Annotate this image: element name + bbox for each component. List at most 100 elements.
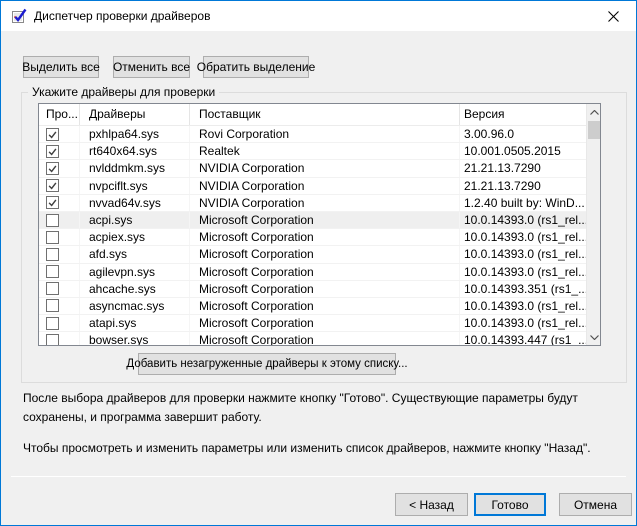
select-all-button[interactable]: Выделить все bbox=[23, 56, 99, 78]
vendor-cell: Rovi Corporation bbox=[190, 126, 460, 142]
driver-name-cell: nvlddmkm.sys bbox=[80, 160, 190, 176]
driver-name-cell: afd.sys bbox=[80, 246, 190, 262]
table-row[interactable]: pxhlpa64.sysRovi Corporation3.00.96.0 bbox=[39, 126, 586, 143]
driver-name-cell: acpi.sys bbox=[80, 212, 190, 228]
vendor-cell: NVIDIA Corporation bbox=[190, 178, 460, 194]
vendor-cell: NVIDIA Corporation bbox=[190, 195, 460, 211]
checkbox-cell bbox=[39, 126, 80, 142]
version-cell: 10.0.14393.0 (rs1_rel... bbox=[460, 246, 586, 262]
version-cell: 21.21.13.7290 bbox=[460, 160, 586, 176]
header-version-column[interactable]: Версия bbox=[460, 104, 586, 125]
checkbox-cell bbox=[39, 212, 80, 228]
header-vendor-column[interactable]: Поставщик bbox=[190, 104, 460, 125]
checkbox-cell bbox=[39, 315, 80, 331]
checkbox-cell bbox=[39, 332, 80, 345]
vertical-scrollbar[interactable] bbox=[586, 104, 600, 345]
vendor-cell: Microsoft Corporation bbox=[190, 212, 460, 228]
table-row[interactable]: ahcache.sysMicrosoft Corporation10.0.143… bbox=[39, 281, 586, 298]
unchecked-checkbox[interactable] bbox=[46, 231, 59, 244]
verifier-app-icon bbox=[11, 8, 27, 24]
driver-list: Про... Драйверы Поставщик Версия pxhlpa6… bbox=[38, 103, 601, 346]
driver-name-cell: pxhlpa64.sys bbox=[80, 126, 190, 142]
table-row[interactable]: atapi.sysMicrosoft Corporation10.0.14393… bbox=[39, 315, 586, 332]
driver-name-cell: acpiex.sys bbox=[80, 229, 190, 245]
table-row[interactable]: acpi.sysMicrosoft Corporation10.0.14393.… bbox=[39, 212, 586, 229]
checkbox-cell bbox=[39, 195, 80, 211]
close-button[interactable] bbox=[591, 1, 636, 31]
vendor-cell: NVIDIA Corporation bbox=[190, 160, 460, 176]
checked-checkbox[interactable] bbox=[46, 179, 59, 192]
table-row[interactable]: rt640x64.sysRealtek10.001.0505.2015 bbox=[39, 143, 586, 160]
version-cell: 10.0.14393.0 (rs1_rel... bbox=[460, 264, 586, 280]
unchecked-checkbox[interactable] bbox=[46, 282, 59, 295]
driver-name-cell: nvpciflt.sys bbox=[80, 178, 190, 194]
checked-checkbox[interactable] bbox=[46, 162, 59, 175]
unchecked-checkbox[interactable] bbox=[46, 248, 59, 261]
header-check-column[interactable]: Про... bbox=[39, 104, 80, 125]
version-cell: 3.00.96.0 bbox=[460, 126, 586, 142]
table-row[interactable]: nvlddmkm.sysNVIDIA Corporation21.21.13.7… bbox=[39, 160, 586, 177]
title-bar: Диспетчер проверки драйверов bbox=[1, 1, 636, 31]
groupbox-title: Укажите драйверы для проверки bbox=[28, 85, 219, 99]
unchecked-checkbox[interactable] bbox=[46, 214, 59, 227]
checkbox-cell bbox=[39, 143, 80, 159]
chevron-up-icon bbox=[590, 110, 599, 115]
driver-name-cell: asyncmac.sys bbox=[80, 298, 190, 314]
table-row[interactable]: nvvad64v.sysNVIDIA Corporation1.2.40 bui… bbox=[39, 195, 586, 212]
version-cell: 10.0.14393.0 (rs1_rel... bbox=[460, 298, 586, 314]
driver-verifier-window: Диспетчер проверки драйверов Выделить вс… bbox=[0, 0, 637, 526]
version-cell: 10.001.0505.2015 bbox=[460, 143, 586, 159]
close-icon bbox=[608, 11, 619, 22]
checkbox-cell bbox=[39, 178, 80, 194]
table-row[interactable]: agilevpn.sysMicrosoft Corporation10.0.14… bbox=[39, 264, 586, 281]
checked-checkbox[interactable] bbox=[46, 128, 59, 141]
header-driver-column[interactable]: Драйверы bbox=[80, 104, 190, 125]
finish-button[interactable]: Готово bbox=[474, 493, 546, 516]
driver-name-cell: atapi.sys bbox=[80, 315, 190, 331]
checkbox-cell bbox=[39, 246, 80, 262]
scrollbar-thumb[interactable] bbox=[588, 121, 600, 139]
table-row[interactable]: acpiex.sysMicrosoft Corporation10.0.1439… bbox=[39, 229, 586, 246]
add-unloaded-drivers-button[interactable]: Добавить незагруженные драйверы к этому … bbox=[138, 353, 396, 375]
window-title: Диспетчер проверки драйверов bbox=[34, 9, 210, 23]
chevron-down-icon bbox=[590, 335, 599, 340]
table-row[interactable]: asyncmac.sysMicrosoft Corporation10.0.14… bbox=[39, 298, 586, 315]
vendor-cell: Microsoft Corporation bbox=[190, 281, 460, 297]
checkmark-icon bbox=[47, 163, 58, 174]
unchecked-checkbox[interactable] bbox=[46, 299, 59, 312]
unchecked-checkbox[interactable] bbox=[46, 334, 59, 345]
table-row[interactable]: afd.sysMicrosoft Corporation10.0.14393.0… bbox=[39, 246, 586, 263]
vendor-cell: Microsoft Corporation bbox=[190, 264, 460, 280]
vendor-cell: Microsoft Corporation bbox=[190, 298, 460, 314]
driver-name-cell: ahcache.sys bbox=[80, 281, 190, 297]
vendor-cell: Microsoft Corporation bbox=[190, 315, 460, 331]
vendor-cell: Microsoft Corporation bbox=[190, 246, 460, 262]
scroll-up-button[interactable] bbox=[587, 104, 601, 120]
version-cell: 10.0.14393.0 (rs1_rel... bbox=[460, 229, 586, 245]
cancel-button[interactable]: Отмена bbox=[559, 493, 632, 516]
checked-checkbox[interactable] bbox=[46, 145, 59, 158]
invert-selection-button[interactable]: Обратить выделение bbox=[203, 56, 309, 78]
back-button[interactable]: < Назад bbox=[395, 493, 468, 516]
version-cell: 21.21.13.7290 bbox=[460, 178, 586, 194]
checked-checkbox[interactable] bbox=[46, 196, 59, 209]
version-cell: 10.0.14393.0 (rs1_rel... bbox=[460, 212, 586, 228]
driver-name-cell: agilevpn.sys bbox=[80, 264, 190, 280]
driver-name-cell: rt640x64.sys bbox=[80, 143, 190, 159]
version-cell: 10.0.14393.447 (rs1_... bbox=[460, 332, 586, 345]
scroll-down-button[interactable] bbox=[587, 329, 601, 345]
unchecked-checkbox[interactable] bbox=[46, 265, 59, 278]
clear-all-button[interactable]: Отменить все bbox=[113, 56, 190, 78]
table-row[interactable]: bowser.sysMicrosoft Corporation10.0.1439… bbox=[39, 332, 586, 345]
finish-instructions-text: После выбора драйверов для проверки нажм… bbox=[23, 389, 623, 427]
checkmark-icon bbox=[47, 129, 58, 140]
version-cell: 10.0.14393.0 (rs1_rel... bbox=[460, 315, 586, 331]
footer-separator bbox=[11, 476, 626, 477]
table-row[interactable]: nvpciflt.sysNVIDIA Corporation21.21.13.7… bbox=[39, 178, 586, 195]
checkbox-cell bbox=[39, 160, 80, 176]
checkmark-icon bbox=[47, 197, 58, 208]
vendor-cell: Realtek bbox=[190, 143, 460, 159]
driver-list-body: pxhlpa64.sysRovi Corporation3.00.96.0rt6… bbox=[39, 126, 586, 345]
checkmark-icon bbox=[47, 180, 58, 191]
unchecked-checkbox[interactable] bbox=[46, 317, 59, 330]
